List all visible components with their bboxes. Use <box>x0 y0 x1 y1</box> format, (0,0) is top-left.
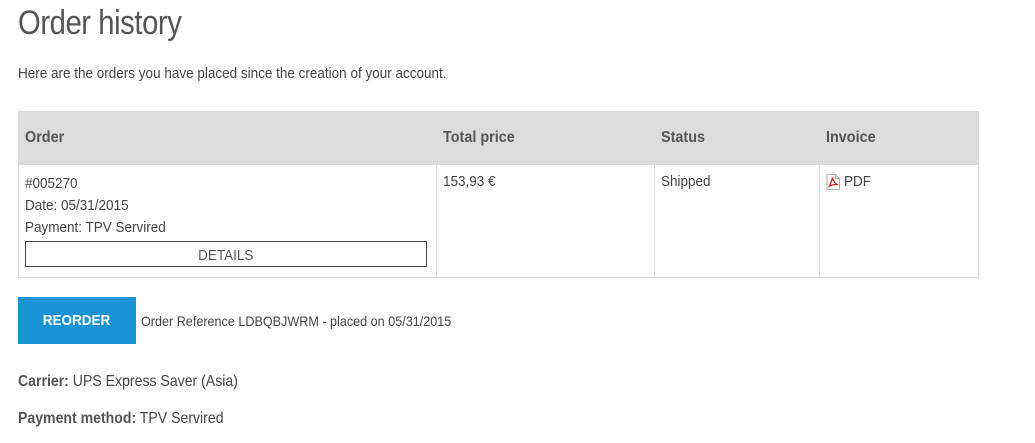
order-reference: Order Reference LDBQBJWRM - placed on 05… <box>141 312 452 329</box>
details-button-label: DETAILS <box>198 247 254 264</box>
column-header-invoice: Invoice <box>819 111 979 165</box>
invoice-pdf-link[interactable]: PDF <box>826 173 874 190</box>
carrier-value: UPS Express Saver (Asia) <box>72 373 238 390</box>
order-number: #005270 <box>25 175 78 192</box>
reorder-button-label: REORDER <box>43 312 111 329</box>
table-header-row: Order Total price Status Invoice <box>18 111 979 165</box>
invoice-pdf-label: PDF <box>844 173 872 190</box>
order-date: Date: 05/31/2015 <box>25 197 129 214</box>
order-status: Shipped <box>660 173 711 190</box>
intro-text: Here are the orders you have placed sinc… <box>18 65 447 82</box>
order-payment: Payment: TPV Servired <box>25 219 166 236</box>
invoice-cell: PDF <box>819 164 979 278</box>
pdf-icon <box>826 173 841 190</box>
column-header-status: Status <box>653 111 821 165</box>
order-cell: #005270 Date: 05/31/2015 Payment: TPV Se… <box>18 164 437 278</box>
reorder-button[interactable]: REORDER <box>18 297 136 344</box>
total-cell: 153,93 € <box>435 164 655 278</box>
reorder-row: REORDER Order Reference LDBQBJWRM - plac… <box>18 297 486 344</box>
order-total: 153,93 € <box>442 173 496 190</box>
column-header-order: Order <box>18 111 437 165</box>
carrier-label: Carrier: <box>18 373 69 390</box>
payment-method-label: Payment method: <box>18 410 137 427</box>
status-cell: Shipped <box>653 164 821 278</box>
table-row: #005270 Date: 05/31/2015 Payment: TPV Se… <box>18 164 979 278</box>
page-title: Order history <box>18 4 182 42</box>
payment-method-value: TPV Servired <box>139 410 224 427</box>
column-header-total: Total price <box>435 111 655 165</box>
order-table: Order Total price Status Invoice #005270… <box>18 111 979 278</box>
carrier-line: Carrier: UPS Express Saver (Asia) <box>18 373 238 391</box>
payment-method-line: Payment method: TPV Servired <box>18 410 224 428</box>
details-button[interactable]: DETAILS <box>25 241 427 267</box>
